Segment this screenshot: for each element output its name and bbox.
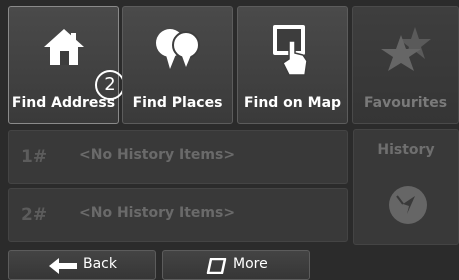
find-address-label: Find Address	[11, 95, 116, 111]
more-button[interactable]: More	[162, 250, 310, 280]
history-label: History	[377, 142, 435, 158]
rounded-square-icon	[205, 257, 227, 278]
history-item-1[interactable]: 1# <No History Items>	[8, 130, 348, 184]
history-button[interactable]: History	[353, 129, 459, 245]
favourites-button[interactable]: Favourites	[352, 6, 459, 124]
find-places-button[interactable]: Find Places	[122, 6, 233, 124]
hand-tap-icon	[267, 23, 319, 83]
history-number-1: 1#	[21, 147, 48, 167]
history-number-2: 2#	[21, 205, 48, 225]
back-button[interactable]: Back	[8, 250, 156, 280]
history-item-2[interactable]: 2# <No History Items>	[8, 188, 348, 242]
speech-balloons-icon	[152, 23, 204, 79]
arrow-left-icon	[49, 258, 79, 278]
history-text-1: <No History Items>	[79, 147, 236, 163]
find-on-map-label: Find on Map	[243, 95, 342, 111]
back-label: Back	[83, 256, 117, 272]
compass-icon	[387, 184, 429, 230]
stars-icon	[379, 23, 433, 75]
find-on-map-button[interactable]: Find on Map	[237, 6, 348, 124]
history-text-2: <No History Items>	[79, 205, 236, 221]
find-places-label: Find Places	[132, 95, 223, 111]
more-label: More	[233, 256, 268, 272]
favourites-label: Favourites	[363, 95, 448, 111]
find-address-button[interactable]: 2 Find Address	[8, 6, 125, 124]
home-icon	[40, 23, 88, 75]
